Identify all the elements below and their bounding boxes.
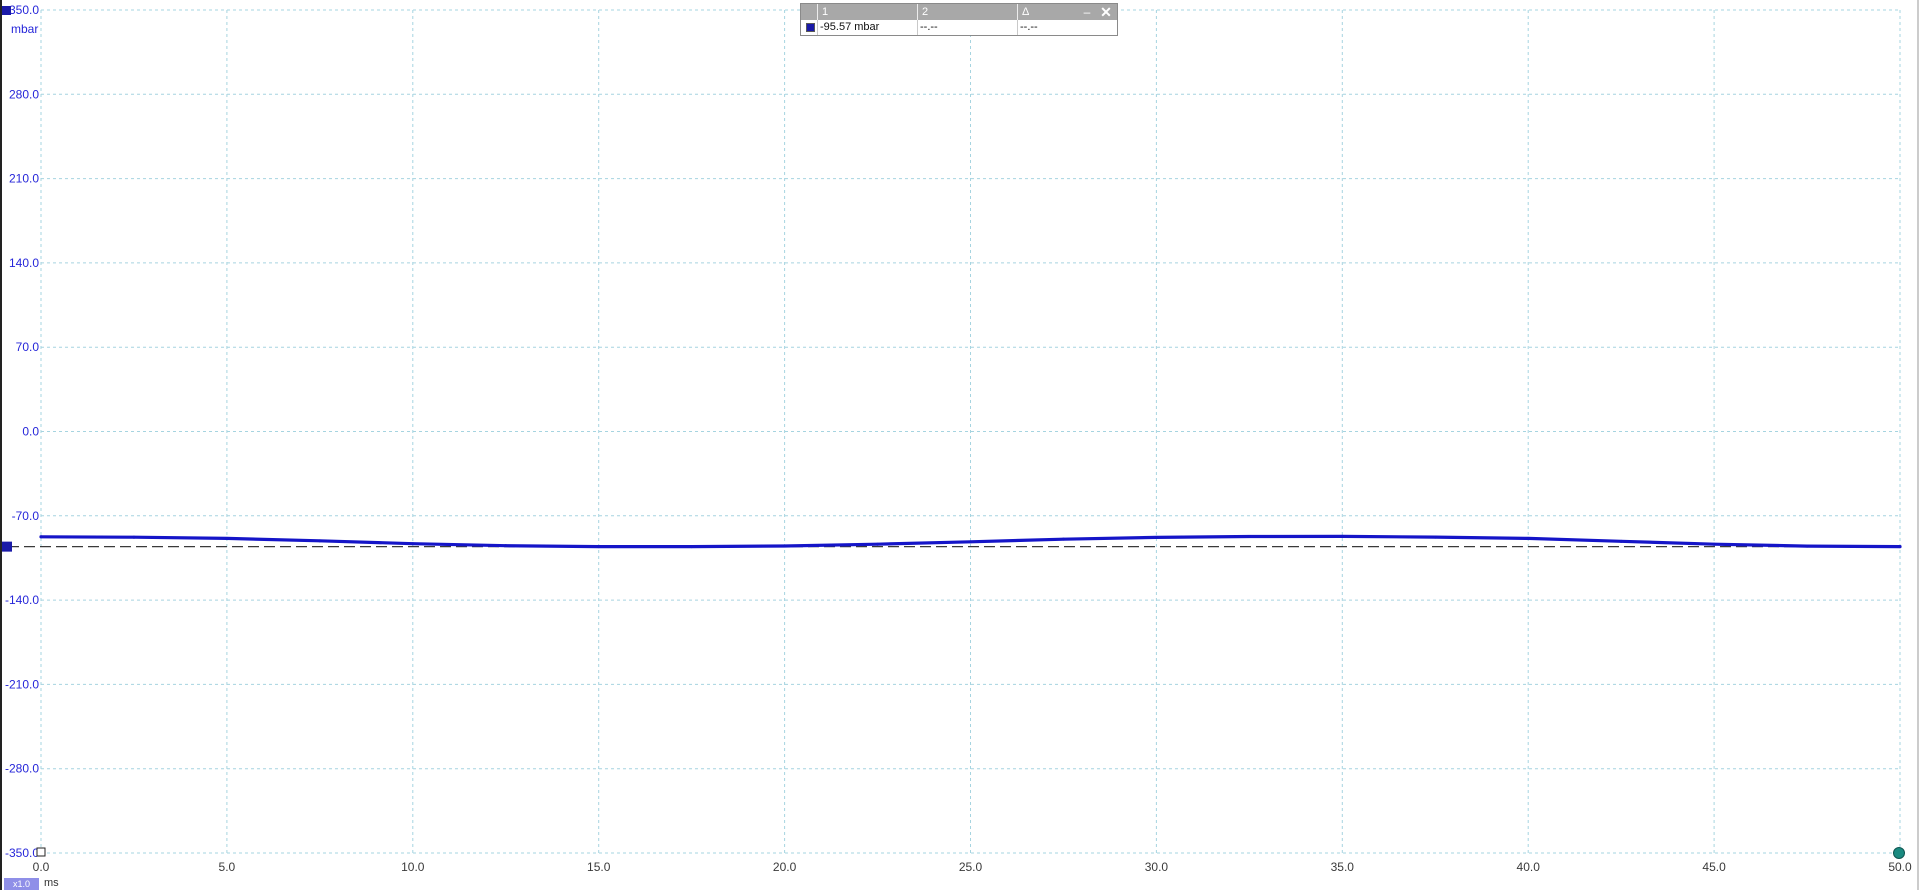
x-tick-label: 25.0 (959, 860, 983, 874)
trigger-marker[interactable] (36, 847, 46, 857)
zoom-badge[interactable]: x1.0 (4, 878, 39, 890)
y-tick-label: 210.0 (9, 172, 39, 186)
y-tick-label: 0.0 (22, 425, 39, 439)
time-axis-unit: ms (44, 877, 59, 889)
time-marker[interactable] (1893, 847, 1905, 859)
data-point (1619, 539, 1623, 543)
data-point (969, 540, 972, 544)
cursor-delta-value: --.-- (1020, 21, 1038, 33)
scope-background (0, 0, 1920, 890)
close-button[interactable]: ✕ (1098, 4, 1114, 20)
channel-marker-icon (806, 23, 815, 32)
x-tick-label: 35.0 (1331, 860, 1355, 874)
data-point (318, 539, 322, 543)
data-point (1712, 542, 1716, 546)
data-point (1526, 536, 1530, 540)
axis-top-marker[interactable] (2, 6, 11, 15)
cursor-table-row: -95.57 mbar --.-- --.-- (801, 20, 1117, 35)
x-tick-label: 45.0 (1702, 860, 1726, 874)
y-unit-label: mbar (11, 22, 38, 36)
y-tick-label: 140.0 (9, 256, 39, 270)
y-tick-label: 280.0 (9, 87, 39, 101)
data-point (39, 535, 43, 539)
channel-offset-handle[interactable] (2, 541, 12, 552)
x-tick-label: 15.0 (587, 860, 611, 874)
data-point (1154, 535, 1158, 539)
cursor-table-header: 1 2 Δ – ✕ (801, 4, 1117, 20)
data-point (783, 544, 787, 548)
data-point (225, 536, 229, 540)
data-point (132, 535, 136, 539)
x-tick-label: 40.0 (1517, 860, 1541, 874)
data-point (1061, 537, 1065, 541)
x-tick-label: 0.0 (33, 860, 50, 874)
y-tick-label: -70.0 (12, 509, 40, 523)
data-point (1898, 545, 1902, 549)
y-tick-label: -280.0 (5, 762, 39, 776)
x-tick-label: 50.0 (1888, 860, 1912, 874)
scope-chart[interactable]: 0.0 5.0 10.0 15.0 20.0 25.0 30.0 35.0 40.0 45.0 50… (0, 0, 1920, 890)
x-tick-label: 20.0 (773, 860, 797, 874)
y-tick-label: 350.0 (9, 3, 39, 17)
cursor-table-header-spacer (801, 4, 818, 20)
data-point (597, 545, 601, 549)
x-tick-label: 30.0 (1145, 860, 1169, 874)
data-point (1340, 534, 1344, 538)
data-point (411, 542, 415, 546)
cursor-2-header: 2 (918, 4, 1018, 20)
cursor-measurement-table[interactable]: 1 2 Δ – ✕ -95.57 mbar --.-- --.-- (800, 3, 1118, 36)
cursor-1-value: -95.57 mbar (818, 20, 918, 35)
data-point (690, 545, 694, 549)
x-tick-label: 10.0 (401, 860, 425, 874)
data-point (1433, 535, 1437, 539)
y-tick-label: -350.0 (5, 846, 39, 860)
data-point (504, 544, 508, 548)
y-tick-label: 70.0 (16, 340, 40, 354)
data-point (1805, 544, 1809, 548)
y-tick-label: -140.0 (5, 593, 39, 607)
close-icon: ✕ (1100, 4, 1112, 20)
cursor-1-header: 1 (818, 4, 918, 20)
minimize-button[interactable]: – (1079, 4, 1095, 20)
minimize-icon: – (1083, 5, 1091, 19)
cursor-2-value: --.-- (918, 20, 1018, 35)
y-tick-label: -210.0 (5, 677, 39, 691)
x-tick-label: 5.0 (219, 860, 236, 874)
channel-a-cell (801, 20, 818, 35)
data-point (1247, 535, 1251, 539)
data-point (876, 542, 880, 546)
